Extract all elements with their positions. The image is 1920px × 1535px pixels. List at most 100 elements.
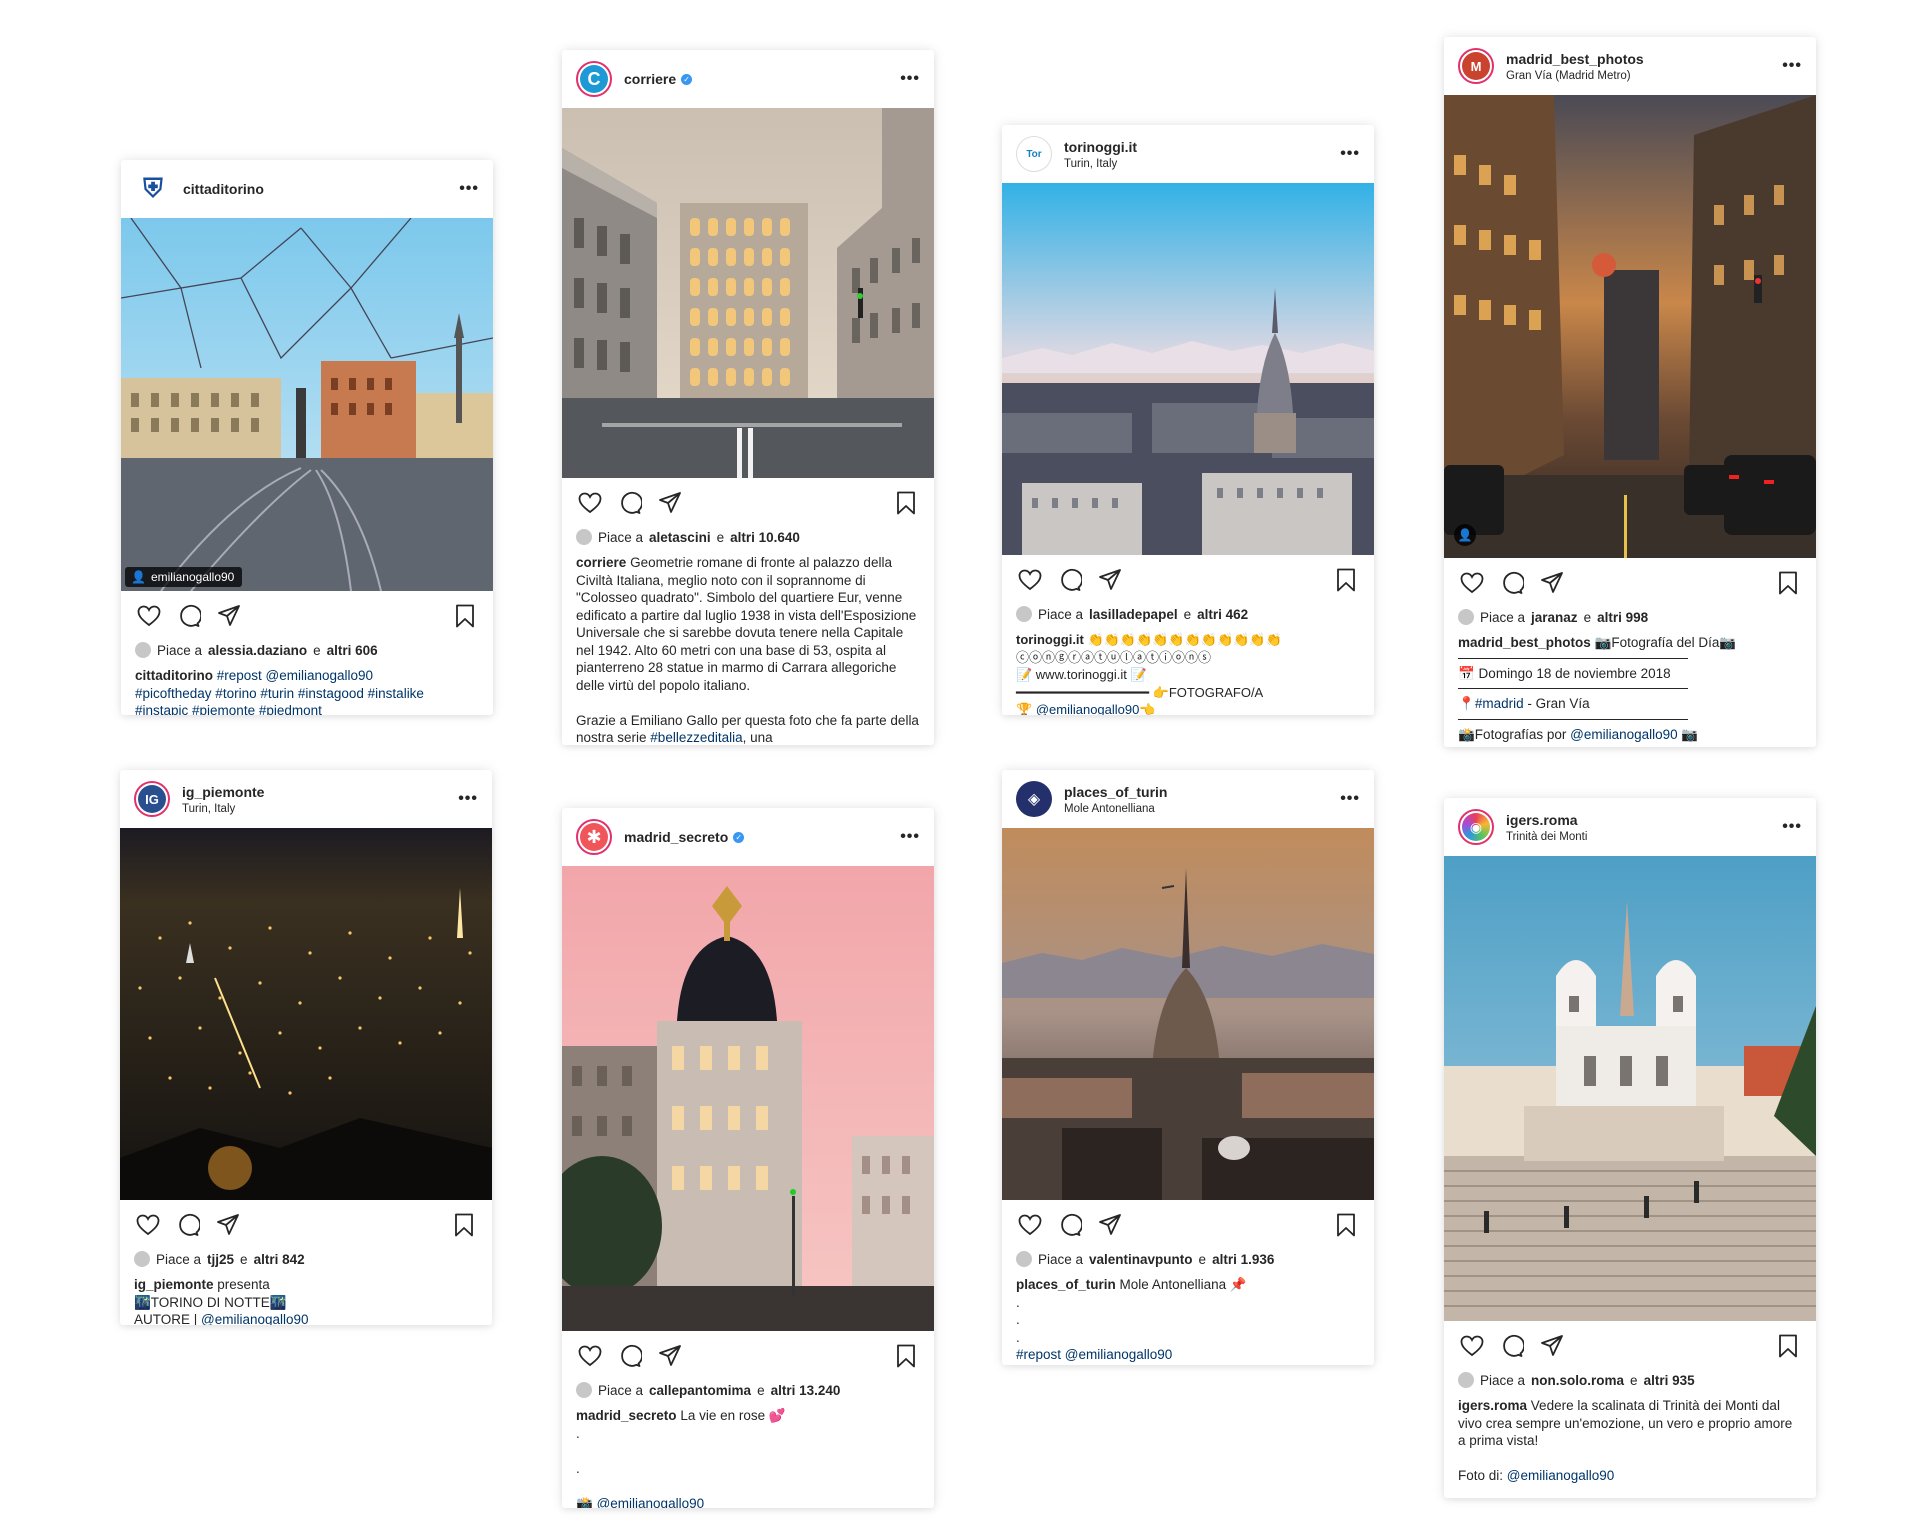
username[interactable]: places_of_turin [1064,784,1167,800]
caption-username[interactable]: igers.roma [1458,1398,1527,1413]
comment-icon[interactable] [616,1342,644,1370]
username[interactable]: cittaditorino [183,181,264,197]
post-photo[interactable] [1002,828,1374,1200]
heart-icon[interactable] [135,602,163,630]
tagged-users-icon[interactable]: 👤 [1454,524,1476,546]
username[interactable]: madrid_secreto ✓ [624,829,745,845]
username[interactable]: torinoggi.it [1064,139,1137,155]
more-options-icon[interactable]: ••• [1782,57,1802,75]
likes-count[interactable]: altri 998 [1597,610,1648,625]
caption-hashtag[interactable]: #bellezzeditalia [650,730,742,745]
more-options-icon[interactable]: ••• [900,828,920,846]
caption-username[interactable]: madrid_secreto [576,1408,677,1423]
more-options-icon[interactable]: ••• [1340,145,1360,163]
post-photo[interactable] [1002,183,1374,555]
liker-name[interactable]: jaranaz [1531,610,1578,625]
heart-icon[interactable] [1458,569,1486,597]
paper-plane-icon[interactable] [1538,569,1566,597]
paper-plane-icon[interactable] [1096,566,1124,594]
username[interactable]: igers.roma [1506,812,1587,828]
avatar[interactable]: ◉ [1458,809,1494,845]
liker-name[interactable]: tjj25 [207,1252,234,1267]
likes-count[interactable]: altri 935 [1644,1373,1695,1388]
location[interactable]: Gran Vía (Madrid Metro) [1506,70,1644,82]
caption-username[interactable]: ig_piemonte [134,1277,214,1292]
more-options-icon[interactable]: ••• [459,180,479,198]
bookmark-icon[interactable] [1332,1211,1360,1239]
bookmark-icon[interactable] [892,489,920,517]
caption-mention[interactable]: @emilianogallo90 [1570,727,1678,742]
comment-icon[interactable] [616,489,644,517]
comment-icon[interactable] [1056,566,1084,594]
avatar[interactable]: ◈ [1016,781,1052,817]
avatar[interactable]: Tor [1016,136,1052,172]
paper-plane-icon[interactable] [1538,1332,1566,1360]
heart-icon[interactable] [134,1211,162,1239]
liker-name[interactable]: lasilladepapel [1089,607,1178,622]
bookmark-icon[interactable] [1332,566,1360,594]
comment-icon[interactable] [1056,1211,1084,1239]
caption-username[interactable]: madrid_best_photos [1458,635,1591,650]
more-options-icon[interactable]: ••• [1340,790,1360,808]
bookmark-icon[interactable] [450,1211,478,1239]
heart-icon[interactable] [1016,566,1044,594]
liker-name[interactable]: aletascini [649,530,711,545]
post-photo[interactable] [1444,856,1816,1321]
location[interactable]: Mole Antonelliana [1064,803,1167,815]
liker-name[interactable]: valentinavpunto [1089,1252,1193,1267]
caption-username[interactable]: cittaditorino [135,668,213,683]
avatar[interactable]: M [1458,48,1494,84]
photo-user-tag[interactable]: 👤 emilianogallo90 [125,567,243,587]
heart-icon[interactable] [1458,1332,1486,1360]
liker-name[interactable]: callepantomima [649,1383,751,1398]
heart-icon[interactable] [576,1342,604,1370]
caption-hashtag[interactable]: #madrid [1475,696,1524,711]
post-photo[interactable]: 👤 emilianogallo90 [121,218,493,591]
comment-icon[interactable] [174,1211,202,1239]
comment-icon[interactable] [1498,569,1526,597]
username[interactable]: ig_piemonte [182,784,264,800]
likes-count[interactable]: altri 1.936 [1212,1252,1274,1267]
post-photo[interactable]: 👤 [1444,95,1816,558]
avatar[interactable]: ⛨ [135,171,171,207]
likes-count[interactable]: altri 462 [1197,607,1248,622]
caption-hashtag-mention[interactable]: #repost @emilianogallo90 [1016,1347,1172,1362]
paper-plane-icon[interactable] [656,489,684,517]
paper-plane-icon[interactable] [1096,1211,1124,1239]
caption-mention[interactable]: @emilianogallo90 [201,1312,309,1325]
location[interactable]: Turin, Italy [182,803,264,815]
liker-name[interactable]: non.solo.roma [1531,1373,1624,1388]
post-photo[interactable] [562,108,934,478]
location[interactable]: Turin, Italy [1064,158,1137,170]
likes-count[interactable]: altri 13.240 [771,1383,841,1398]
avatar[interactable]: C [576,61,612,97]
username[interactable]: corriere ✓ [624,71,693,87]
heart-icon[interactable] [576,489,604,517]
bookmark-icon[interactable] [892,1342,920,1370]
post-photo[interactable] [120,828,492,1200]
bookmark-icon[interactable] [451,602,479,630]
comment-icon[interactable] [1498,1332,1526,1360]
location[interactable]: Trinità dei Monti [1506,831,1587,843]
more-options-icon[interactable]: ••• [458,790,478,808]
caption-username[interactable]: corriere [576,555,626,570]
likes-count[interactable]: altri 10.640 [730,530,800,545]
caption-mention[interactable]: @emilianogallo90 [597,1496,705,1509]
comment-icon[interactable] [175,602,203,630]
caption-username[interactable]: torinoggi.it [1016,632,1084,647]
caption-mention[interactable]: @emilianogallo90 [1036,702,1140,715]
more-options-icon[interactable]: ••• [1782,818,1802,836]
username[interactable]: madrid_best_photos [1506,51,1644,67]
avatar[interactable]: IG [134,781,170,817]
likes-count[interactable]: altri 842 [254,1252,305,1267]
bookmark-icon[interactable] [1774,1332,1802,1360]
heart-icon[interactable] [1016,1211,1044,1239]
more-options-icon[interactable]: ••• [900,70,920,88]
bookmark-icon[interactable] [1774,569,1802,597]
avatar[interactable]: ✱ [576,819,612,855]
paper-plane-icon[interactable] [214,1211,242,1239]
caption-mention[interactable]: @emilianogallo90 [1507,1468,1615,1483]
post-photo[interactable] [562,866,934,1331]
caption-username[interactable]: places_of_turin [1016,1277,1116,1292]
likes-count[interactable]: altri 606 [327,643,378,658]
